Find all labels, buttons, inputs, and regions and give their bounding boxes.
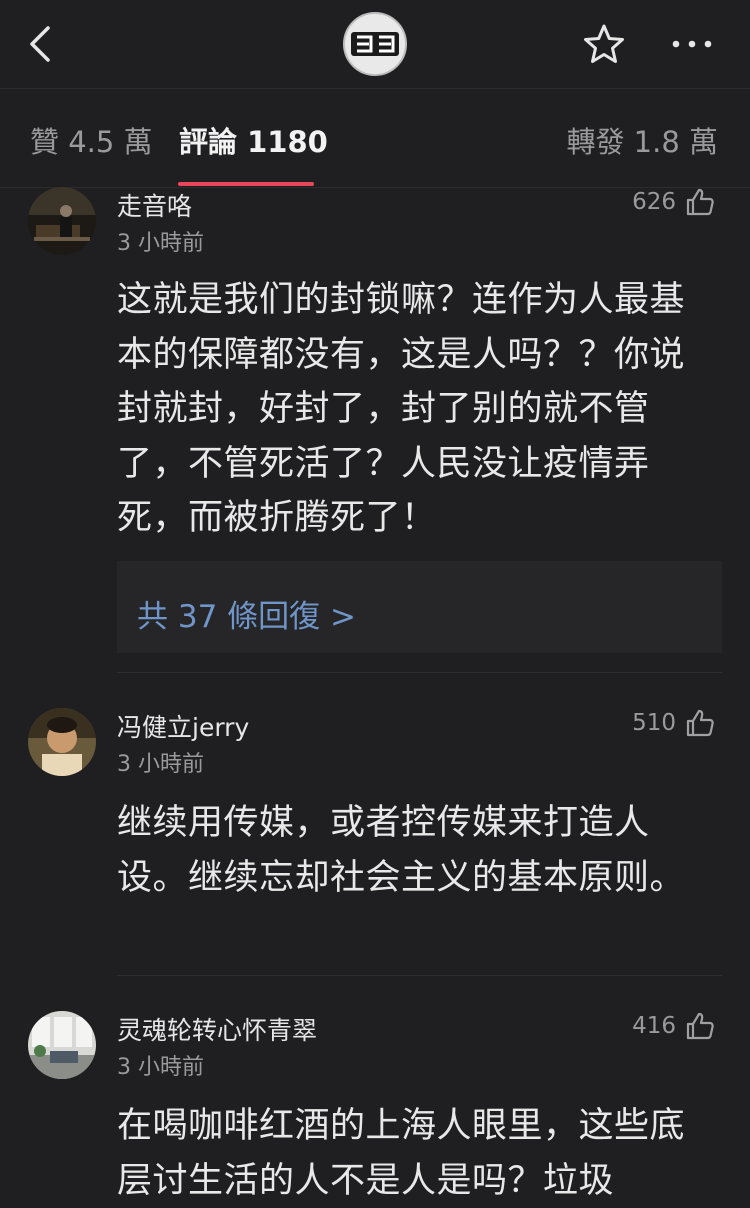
comment-text: 这就是我们的封锁嘛？连作为人最基本的保障都没有，这是人吗？？你说封就封，好封了，… [117, 280, 686, 538]
comment-item: 冯健立jerry 3 小時前 510 继续用传媒，或者控传媒来打造人设。继续忘却… [0, 708, 750, 978]
more-button[interactable] [670, 32, 714, 56]
replies-box[interactable]: 共 37 條回復 > [117, 561, 722, 653]
top-bar [0, 0, 750, 89]
comment-time: 3 小時前 [117, 231, 204, 256]
avatar-image [28, 708, 96, 776]
back-button[interactable] [22, 20, 62, 68]
favorite-button[interactable] [582, 22, 626, 66]
like-button[interactable]: 626 [632, 187, 714, 217]
tab-bar: 贊 4.5 萬 評論 1180 轉發 1.8 萬 [0, 89, 750, 188]
tab-comments[interactable]: 評論 1180 [179, 119, 328, 161]
avatar[interactable] [28, 708, 96, 776]
comment-item: 走音咯 3 小時前 626 这就是我们的封锁嘛？连作为人最基本的保障都没有，这是… [0, 187, 750, 677]
thumbs-up-icon [686, 1012, 714, 1040]
tab-likes[interactable]: 贊 4.5 萬 [30, 119, 153, 161]
like-count: 416 [632, 1013, 676, 1039]
like-button[interactable]: 510 [632, 708, 714, 738]
username[interactable]: 走音咯 [117, 187, 192, 223]
active-tab-indicator [178, 182, 314, 186]
comment-item: 灵魂轮转心怀青翠 3 小時前 416 在喝咖啡红酒的上海人眼里，这些底层讨生活的… [0, 1011, 750, 1207]
like-button[interactable]: 416 [632, 1011, 714, 1041]
avatar[interactable] [28, 187, 96, 255]
logo-mark [351, 32, 399, 56]
username[interactable]: 冯健立jerry [117, 708, 249, 744]
avatar-image [28, 187, 96, 255]
star-icon [584, 24, 624, 63]
tab-reposts[interactable]: 轉發 1.8 萬 [566, 119, 718, 161]
chevron-left-icon [30, 26, 50, 62]
avatar-image [28, 1011, 96, 1079]
comment-text: 在喝咖啡红酒的上海人眼里，这些底层讨生活的人不是人是吗？垃圾 [117, 1106, 686, 1201]
divider [117, 672, 722, 673]
thumbs-up-icon [686, 188, 714, 216]
avatar[interactable] [28, 1011, 96, 1079]
view-replies-link[interactable]: 共 37 條回復 > [137, 591, 356, 636]
like-count: 510 [632, 710, 676, 736]
account-logo[interactable] [343, 12, 407, 76]
like-count: 626 [632, 189, 676, 215]
divider [117, 975, 722, 976]
username[interactable]: 灵魂轮转心怀青翠 [117, 1011, 317, 1047]
more-horizontal-icon [672, 40, 712, 48]
thumbs-up-icon [686, 709, 714, 737]
comment-text: 继续用传媒，或者控传媒来打造人设。继续忘却社会主义的基本原则。 [117, 803, 686, 898]
comment-time: 3 小時前 [117, 1055, 204, 1080]
comment-time: 3 小時前 [117, 752, 204, 777]
